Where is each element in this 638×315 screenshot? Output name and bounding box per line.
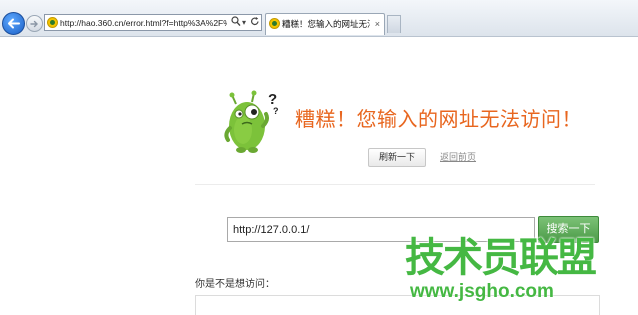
suggest-label: 你是不是想访问： — [195, 279, 275, 290]
back-button[interactable] — [2, 12, 25, 35]
refresh-icon[interactable] — [250, 16, 260, 31]
watermark-text: 技术员联盟 — [405, 236, 597, 280]
confused-mascot-icon: ? ? — [224, 90, 279, 153]
watermark-url: www.jsgho.com — [410, 281, 554, 302]
dropdown-icon[interactable]: ▾ — [242, 16, 246, 29]
new-tab-button[interactable] — [387, 15, 401, 33]
forward-arrow-icon — [30, 20, 38, 27]
tab-title: 糟糕！您输入的网址无法访... — [282, 19, 370, 29]
back-link[interactable]: 返回前页 — [440, 151, 476, 163]
tab-close-icon[interactable]: × — [375, 18, 380, 30]
site-360-icon — [47, 17, 58, 28]
browser-toolbar: http://hao.360.cn/error.html?f=http%3A%2… — [0, 0, 638, 37]
address-bar[interactable]: http://hao.360.cn/error.html?f=http%3A%2… — [44, 14, 262, 31]
divider — [195, 184, 595, 185]
browser-tab[interactable]: 糟糕！您输入的网址无法访... × — [265, 13, 385, 35]
error-title: 糟糕！您输入的网址无法访问！ — [295, 109, 582, 131]
tab-site-icon — [269, 18, 280, 29]
search-icon[interactable] — [231, 16, 241, 31]
address-url: http://hao.360.cn/error.html?f=http%3A%2… — [60, 18, 227, 28]
question-mark-small: ? — [273, 106, 279, 116]
back-arrow-icon — [8, 18, 20, 29]
forward-button[interactable] — [26, 15, 43, 32]
refresh-button[interactable]: 刷新一下 — [368, 148, 426, 167]
